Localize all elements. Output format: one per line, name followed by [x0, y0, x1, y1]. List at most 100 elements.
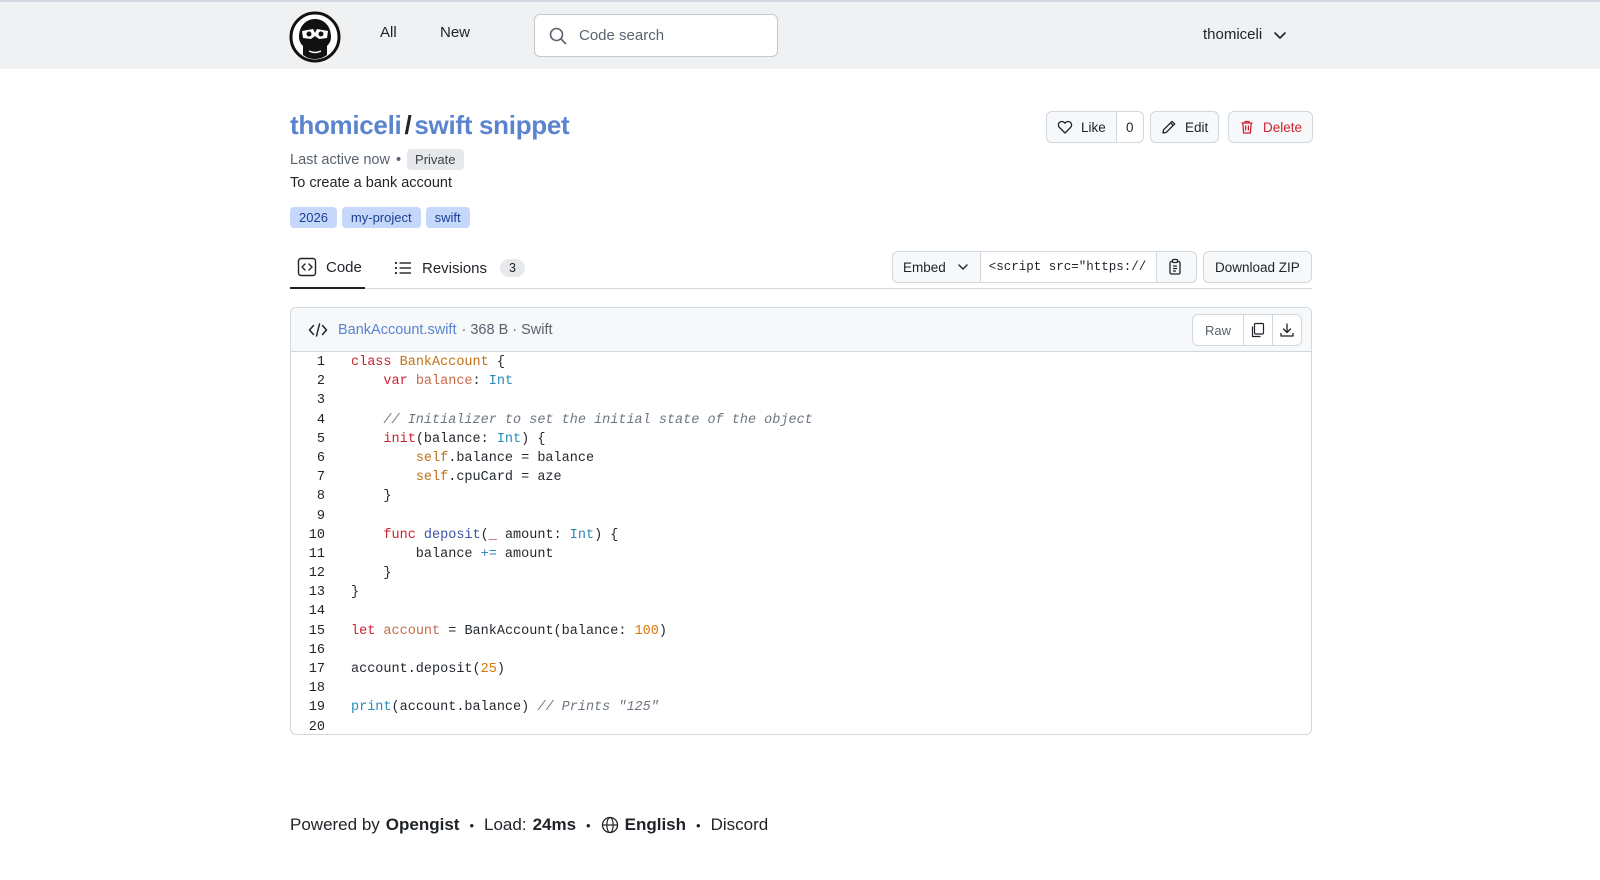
code-line: 20 — [291, 718, 1311, 735]
like-group: Like 0 — [1046, 111, 1144, 143]
code-line: 6 self.balance = balance — [291, 449, 1311, 468]
raw-button[interactable]: Raw — [1191, 314, 1244, 346]
last-active-label: Last active now — [290, 151, 390, 168]
line-number: 15 — [308, 623, 325, 639]
username-label: thomiceli — [1203, 26, 1263, 43]
embed-code-input[interactable] — [980, 251, 1157, 283]
gist-name-link[interactable]: swift snippet — [414, 110, 569, 140]
line-number: 12 — [308, 566, 325, 582]
copy-embed-button[interactable] — [1156, 251, 1197, 283]
line-number: 18 — [308, 681, 325, 697]
tab-revisions-label: Revisions — [422, 259, 488, 277]
code-line: 1 class BankAccount { — [291, 353, 1311, 372]
code-line: 7 self.cpuCard = aze — [291, 468, 1311, 487]
globe-icon — [601, 816, 618, 834]
topic-tag[interactable]: 2026 — [290, 207, 337, 228]
heart-icon — [1057, 120, 1073, 134]
edit-button[interactable]: Edit — [1150, 111, 1220, 143]
gist-owner-link[interactable]: thomiceli — [290, 110, 402, 140]
code-line: 5 init(balance: Int) { — [291, 430, 1311, 449]
list-icon — [394, 261, 411, 275]
gist-description: To create a bank account — [290, 175, 453, 191]
file-meta: · 368 B · Swift — [461, 321, 553, 338]
tab-code[interactable]: Code — [290, 247, 365, 289]
embed-group: Embed — [892, 251, 1197, 283]
code-line: 2 var balance: Int — [291, 372, 1311, 391]
delete-button[interactable]: Delete — [1228, 111, 1314, 143]
code-line: 10 func deposit(_ amount: Int) { — [291, 526, 1311, 545]
code-line: 13} — [291, 583, 1311, 602]
load-label: Load: — [484, 815, 527, 834]
file-box: BankAccount.swift · 368 B · Swift Raw 1c… — [290, 307, 1312, 735]
discord-link[interactable]: Discord — [711, 815, 769, 835]
footer: Powered by Opengist • Load: 24ms • Engli… — [290, 815, 769, 835]
load-value: 24ms — [532, 815, 577, 834]
trash-icon — [1241, 120, 1253, 134]
user-menu[interactable]: thomiceli — [1203, 26, 1288, 43]
file-actions: Raw — [1191, 314, 1302, 346]
line-number: 6 — [316, 450, 325, 466]
code-line: 14 — [291, 602, 1311, 621]
code-line: 8 } — [291, 487, 1311, 506]
line-number: 11 — [308, 546, 325, 562]
clipboard-icon — [1169, 258, 1181, 275]
line-number: 16 — [308, 642, 325, 658]
powered-by-label: Powered by — [290, 815, 380, 834]
line-number: 2 — [316, 374, 325, 390]
code-line: 15 let account = BankAccount(balance: 100… — [291, 622, 1311, 641]
embed-select[interactable]: Embed — [892, 251, 981, 283]
tab-code-label: Code — [326, 258, 362, 276]
code-line: 16 — [291, 641, 1311, 660]
line-number: 8 — [316, 489, 325, 505]
line-number: 14 — [308, 604, 325, 620]
line-number: 7 — [316, 470, 325, 486]
tab-revisions[interactable]: Revisions 3 — [393, 247, 525, 289]
edit-label: Edit — [1185, 119, 1209, 135]
line-number: 1 — [316, 355, 325, 370]
code-view[interactable]: 1 class BankAccount { 2 var balance: Int … — [291, 352, 1311, 735]
code-line: 4 // Initializer to set the initial stat… — [291, 411, 1311, 430]
language-selector[interactable]: English — [625, 815, 686, 835]
line-number: 4 — [316, 412, 325, 428]
search-icon — [549, 27, 567, 44]
visibility-badge: Private — [407, 149, 464, 170]
search-input[interactable] — [577, 26, 757, 45]
download-file-button[interactable] — [1273, 314, 1302, 346]
revisions-counter: 3 — [500, 259, 525, 277]
code-search-box[interactable] — [534, 14, 778, 57]
topic-tag[interactable]: swift — [425, 207, 470, 228]
download-zip-button[interactable]: Download ZIP — [1203, 251, 1312, 283]
like-label: Like — [1081, 119, 1106, 135]
line-number: 9 — [316, 508, 325, 524]
topic-list: 2026 my-project swift — [290, 207, 470, 228]
line-number: 17 — [308, 662, 325, 677]
copy-file-button[interactable] — [1244, 314, 1273, 346]
pencil-icon — [1162, 120, 1176, 134]
line-number: 13 — [308, 585, 325, 601]
nav-all-link[interactable]: All — [380, 24, 397, 41]
line-number: 20 — [308, 719, 325, 735]
opengist-link[interactable]: Opengist — [386, 815, 460, 835]
line-number: 5 — [316, 431, 325, 447]
opengist-logo-icon[interactable] — [289, 11, 341, 63]
chevron-down-icon — [1274, 31, 1286, 39]
code-line: 11 balance += amount — [291, 545, 1311, 564]
download-icon — [1280, 323, 1294, 337]
code-line: 9 — [291, 507, 1311, 526]
chevron-down-icon — [958, 264, 968, 270]
code-line: 19 print(account.balance) // Prints "125" — [291, 698, 1311, 717]
code-icon — [308, 322, 328, 337]
copy-icon — [1251, 322, 1265, 338]
like-count: 0 — [1116, 111, 1144, 143]
title-separator: / — [404, 110, 412, 140]
embed-label: Embed — [903, 259, 946, 275]
file-name-link[interactable]: BankAccount.swift — [338, 322, 456, 338]
top-navbar: All New thomiceli — [0, 0, 1600, 69]
topic-tag[interactable]: my-project — [341, 207, 421, 228]
code-square-icon — [297, 257, 317, 277]
code-line: 3 — [291, 391, 1311, 410]
code-line: 17 account.deposit(25) — [291, 660, 1311, 679]
delete-label: Delete — [1263, 119, 1303, 135]
nav-new-link[interactable]: New — [440, 24, 470, 41]
like-button[interactable]: Like — [1046, 111, 1117, 143]
